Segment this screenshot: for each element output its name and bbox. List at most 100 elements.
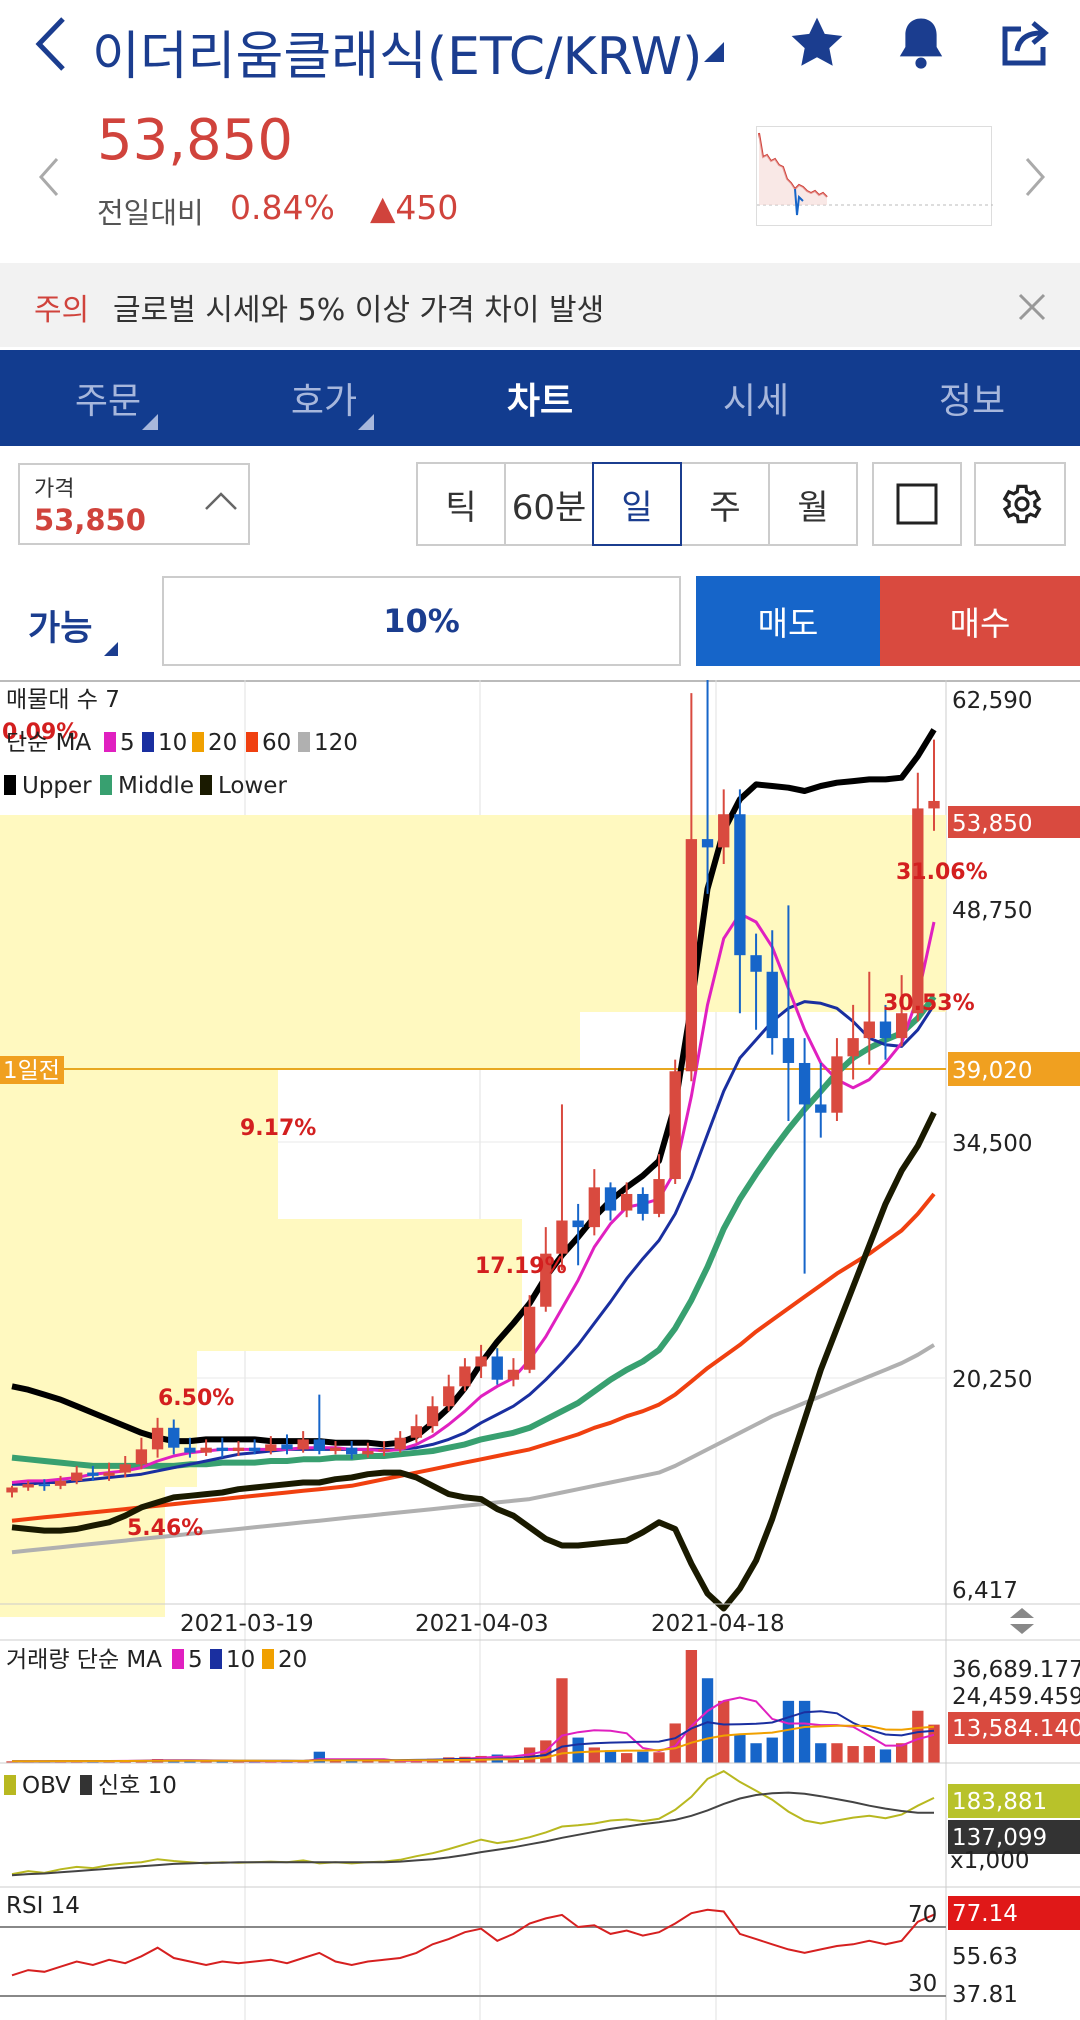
- volume-bar: [750, 1743, 762, 1763]
- volume-legend-ma5: 5: [188, 1647, 203, 1673]
- legend-lower: Lower: [218, 773, 287, 799]
- candle-body: [6, 1487, 18, 1493]
- candle-body: [685, 839, 698, 1072]
- candle-body: [22, 1484, 34, 1488]
- x-label-1: 2021-04-03: [415, 1611, 549, 1637]
- candle-body: [798, 1062, 811, 1105]
- candle-body: [718, 814, 730, 848]
- obv-unit: x1,000: [950, 1848, 1029, 1874]
- tab-market-price[interactable]: 시세: [648, 350, 864, 446]
- dropdown-triangle-icon[interactable]: [704, 42, 724, 62]
- volume-bar: [879, 1749, 892, 1763]
- chart-panel[interactable]: 0.09% 31.06% 30.53% 9.17% 17.19% 6.50% 5…: [0, 680, 1080, 2020]
- available-selector[interactable]: 가능: [28, 600, 92, 651]
- tab-market-price-label: 시세: [722, 381, 790, 422]
- candle-body: [248, 1447, 261, 1452]
- current-price: 53,850: [97, 108, 293, 173]
- candle-body: [669, 1071, 681, 1180]
- volume-legend-ma10-swatch: [210, 1649, 222, 1669]
- candle-body: [71, 1472, 83, 1481]
- candle-body: [912, 808, 924, 1014]
- tab-chart[interactable]: 차트: [432, 350, 648, 446]
- sell-button[interactable]: 매도: [696, 576, 880, 666]
- prev-day-value-tag: 39,020: [952, 1058, 1032, 1084]
- volume-bar: [863, 1746, 875, 1763]
- obv-signal-swatch: [80, 1775, 92, 1795]
- change-amount: ▲450: [370, 188, 459, 227]
- profile-pct-6: 5.46%: [127, 1516, 203, 1541]
- candle-body: [572, 1220, 584, 1228]
- candle-body: [604, 1187, 617, 1211]
- legend-ma-prefix: 단순 MA: [6, 730, 91, 756]
- prev-day-tag: 1일전: [3, 1058, 60, 1084]
- volume-legend-ma10: 10: [226, 1647, 255, 1673]
- period-tick[interactable]: 틱: [416, 462, 506, 546]
- chevron-up-icon: [204, 491, 238, 515]
- period-60min[interactable]: 60분: [504, 462, 594, 546]
- candle-body: [151, 1427, 164, 1450]
- period-week[interactable]: 주: [680, 462, 770, 546]
- candle-body: [265, 1444, 277, 1452]
- next-chevron-icon[interactable]: [1020, 152, 1050, 202]
- candle-body: [621, 1193, 633, 1211]
- available-dropdown-icon: [104, 642, 118, 656]
- page-title[interactable]: 이더리움클래식(ETC/KRW): [92, 14, 702, 89]
- share-icon[interactable]: [996, 12, 1058, 74]
- volume-legend-ma5-swatch: [172, 1649, 184, 1669]
- candle-body: [491, 1356, 503, 1380]
- volume-current-tag: 13,584.140: [952, 1716, 1080, 1742]
- rsi-tick-1: 37.81: [952, 1982, 1018, 2008]
- candle-body: [863, 1021, 875, 1039]
- buy-button[interactable]: 매수: [880, 576, 1080, 666]
- obv-signal-legend: 신호 10: [98, 1773, 177, 1799]
- volume-bar: [588, 1747, 600, 1763]
- close-icon[interactable]: [1012, 287, 1052, 327]
- main-tab-bar: 주문 호가 차트 시세 정보: [0, 350, 1080, 446]
- period-month[interactable]: 월: [768, 462, 858, 546]
- candle-body: [459, 1366, 471, 1387]
- star-icon[interactable]: [786, 12, 848, 74]
- quantity-percent-input[interactable]: 10%: [162, 576, 681, 666]
- candle-body: [556, 1220, 568, 1254]
- candle-body: [895, 1013, 908, 1039]
- rsi-upper-label: 70: [908, 1902, 937, 1928]
- candle-body: [329, 1447, 342, 1452]
- candle-body: [378, 1449, 390, 1452]
- mini-chart[interactable]: [756, 126, 993, 226]
- settings-button[interactable]: [974, 462, 1066, 546]
- volume-bar: [847, 1746, 859, 1763]
- candle-body: [443, 1386, 455, 1407]
- tab-order[interactable]: 주문: [0, 350, 216, 446]
- candle-body: [103, 1472, 115, 1476]
- bell-icon[interactable]: [890, 12, 952, 74]
- candle-body: [507, 1369, 520, 1380]
- price-selector-value: 53,850: [34, 503, 146, 537]
- candle-body: [426, 1406, 439, 1427]
- legend-ma60: 60: [262, 730, 291, 756]
- candle-body: [135, 1449, 148, 1465]
- volume-legend-ma20-swatch: [262, 1649, 274, 1669]
- legend-upper: Upper: [22, 773, 92, 799]
- y-tick-4: 6,417: [952, 1578, 1018, 1604]
- volume-y-tick-0: 36,689.177: [952, 1657, 1080, 1683]
- back-chevron-icon[interactable]: [26, 14, 76, 74]
- candle-body: [701, 839, 714, 848]
- profile-pct-2: 30.53%: [883, 991, 975, 1016]
- volume-bar: [572, 1737, 584, 1763]
- legend-ma120-swatch: [298, 732, 310, 752]
- fullscreen-toggle-button[interactable]: [872, 462, 962, 546]
- prev-chevron-icon[interactable]: [34, 152, 64, 202]
- tab-orderbook[interactable]: 호가: [216, 350, 432, 446]
- legend-middle-swatch: [100, 775, 112, 795]
- candle-body: [831, 1056, 843, 1113]
- volume-bar: [766, 1737, 778, 1763]
- tab-info[interactable]: 정보: [864, 350, 1080, 446]
- gear-icon: [1002, 484, 1042, 524]
- price-selector[interactable]: 가격 53,850: [18, 463, 250, 545]
- candle-body: [313, 1439, 325, 1452]
- period-day[interactable]: 일: [592, 462, 682, 546]
- candle-body: [523, 1306, 536, 1370]
- rsi-legend: RSI 14: [6, 1893, 80, 1919]
- candle-body: [362, 1451, 374, 1455]
- legend-ma5-swatch: [104, 732, 116, 752]
